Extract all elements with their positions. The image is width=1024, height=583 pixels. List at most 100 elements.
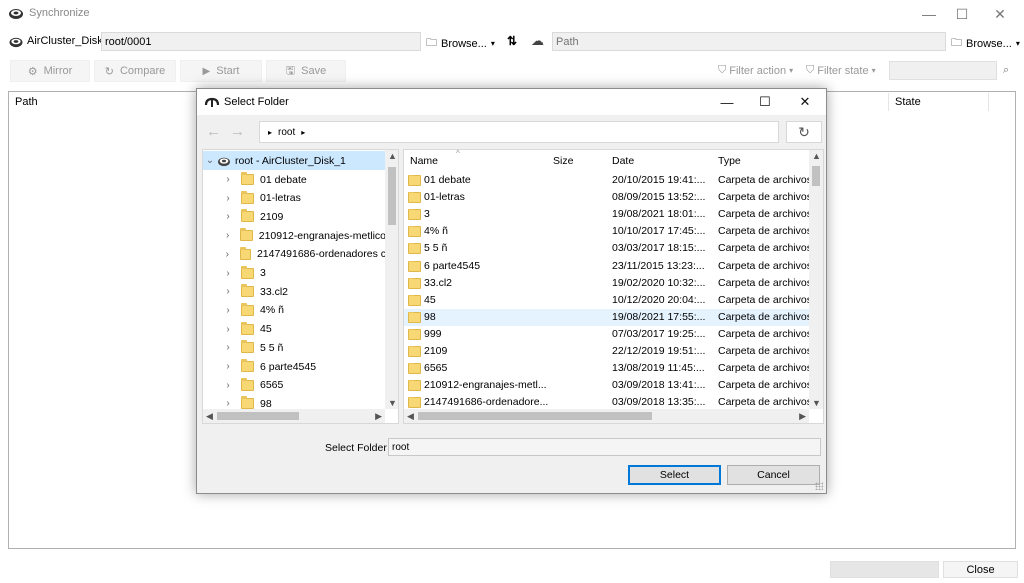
select-folder-input[interactable]	[388, 438, 821, 456]
close-window-button[interactable]: ✕	[981, 0, 1019, 28]
tree-item[interactable]: ›6565	[203, 376, 386, 395]
chevron-right-icon[interactable]: ›	[223, 174, 233, 185]
folder-icon	[408, 329, 421, 343]
forward-arrow-icon[interactable]: →	[230, 123, 245, 140]
file-name: 6565	[424, 362, 548, 374]
dialog-minimize-button[interactable]: —	[709, 89, 745, 115]
cancel-button[interactable]: Cancel	[727, 465, 820, 485]
scroll-thumb[interactable]	[418, 412, 652, 420]
file-row[interactable]: 319/08/2021 18:01:...Carpeta de archivos	[404, 206, 809, 223]
filter-action-dropdown[interactable]: ⛉ Filter action ▾	[718, 64, 793, 77]
tree-item[interactable]: ›4% ñ	[203, 301, 386, 320]
column-header-size[interactable]: Size	[549, 150, 604, 171]
scroll-up-icon[interactable]: ▲	[388, 151, 397, 161]
file-row[interactable]: 656513/08/2019 11:45:...Carpeta de archi…	[404, 360, 809, 377]
scroll-right-icon[interactable]: ▶	[799, 411, 806, 422]
destination-path-input[interactable]	[552, 32, 946, 51]
address-input[interactable]: ▸ root ▸	[259, 121, 779, 143]
tree-item[interactable]: ›2147491686-ordenadores c	[203, 245, 386, 264]
chevron-right-icon[interactable]: ›	[223, 249, 232, 260]
mirror-button[interactable]: ⚙ Mirror	[10, 60, 90, 82]
scroll-up-icon[interactable]: ▲	[812, 151, 821, 161]
scroll-right-icon[interactable]: ▶	[375, 411, 382, 422]
scroll-left-icon[interactable]: ◀	[407, 411, 414, 422]
breadcrumb-separator-icon[interactable]: ▸	[301, 128, 305, 137]
file-row[interactable]: 01-letras08/09/2015 13:52:...Carpeta de …	[404, 189, 809, 206]
folder-tree[interactable]: ⌄ root - AirCluster_Disk_1 ›01 debate›01…	[202, 149, 399, 424]
chevron-right-icon[interactable]: ›	[223, 305, 233, 316]
tree-item[interactable]: ›210912-engranajes-metlico	[203, 226, 386, 245]
files-vertical-scrollbar[interactable]: ▲ ▼	[809, 150, 823, 409]
tree-item-root[interactable]: ⌄ root - AirCluster_Disk_1	[203, 151, 386, 170]
source-path-input[interactable]	[101, 32, 421, 51]
file-row[interactable]: 4510/12/2020 20:04:...Carpeta de archivo…	[404, 292, 809, 309]
chevron-right-icon[interactable]: ›	[223, 286, 233, 297]
chevron-right-icon[interactable]: ›	[223, 211, 233, 222]
file-row[interactable]: 210912-engranajes-metl...03/09/2018 13:4…	[404, 377, 809, 394]
tree-item[interactable]: ›3	[203, 264, 386, 283]
back-arrow-icon[interactable]: ←	[206, 123, 221, 140]
column-header-state[interactable]: State	[889, 93, 989, 111]
search-icon[interactable]: ⌕	[1003, 64, 1009, 77]
tree-vertical-scrollbar[interactable]: ▲ ▼	[385, 150, 399, 409]
swap-icon[interactable]: ⇅	[507, 34, 517, 48]
scroll-down-icon[interactable]: ▼	[812, 398, 821, 408]
search-input[interactable]	[889, 61, 997, 80]
tree-item[interactable]: ›2109	[203, 207, 386, 226]
column-header-date[interactable]: Date	[608, 150, 708, 171]
dialog-maximize-button[interactable]: ☐	[747, 89, 783, 115]
maximize-button[interactable]: ☐	[943, 0, 981, 28]
file-row[interactable]: 4% ñ10/10/2017 17:45:...Carpeta de archi…	[404, 223, 809, 240]
tree-item[interactable]: ›6 parte4545	[203, 357, 386, 376]
filter-state-dropdown[interactable]: ⛉ Filter state ▾	[806, 64, 876, 77]
scroll-thumb[interactable]	[812, 166, 820, 186]
tree-item[interactable]: ›33.cl2	[203, 282, 386, 301]
select-button[interactable]: Select	[628, 465, 721, 485]
files-horizontal-scrollbar[interactable]: ◀ ▶	[404, 409, 809, 423]
folder-icon	[241, 398, 254, 409]
file-row[interactable]: 5 5 ñ03/03/2017 18:15:...Carpeta de arch…	[404, 240, 809, 257]
scroll-thumb[interactable]	[217, 412, 299, 420]
chevron-right-icon[interactable]: ›	[223, 380, 233, 391]
select-folder-label: Select Folder	[325, 442, 387, 454]
file-row[interactable]: 6 parte454523/11/2015 13:23:...Carpeta d…	[404, 258, 809, 275]
destination-browse-button[interactable]: 🗀 Browse... ▾	[951, 34, 1020, 53]
close-button[interactable]: Close	[943, 561, 1018, 578]
file-row[interactable]: 210922/12/2019 19:51:...Carpeta de archi…	[404, 343, 809, 360]
column-header-name[interactable]: Name	[404, 150, 544, 171]
tree-item[interactable]: ›5 5 ñ	[203, 338, 386, 357]
compare-button[interactable]: ↻ Compare	[94, 60, 176, 82]
chevron-right-icon[interactable]: ›	[223, 230, 232, 241]
source-browse-button[interactable]: 🗀 Browse... ▾	[426, 34, 495, 53]
tree-item[interactable]: ›01 debate	[203, 170, 386, 189]
file-row[interactable]: 33.cl219/02/2020 10:32:...Carpeta de arc…	[404, 275, 809, 292]
chevron-right-icon[interactable]: ›	[223, 342, 233, 353]
chevron-down-icon[interactable]: ⌄	[205, 155, 215, 166]
chevron-right-icon[interactable]: ›	[223, 324, 233, 335]
breadcrumb-root[interactable]: root	[278, 127, 295, 138]
scroll-down-icon[interactable]: ▼	[388, 398, 397, 408]
scroll-left-icon[interactable]: ◀	[206, 411, 213, 422]
chevron-right-icon[interactable]: ›	[223, 398, 233, 409]
scroll-thumb[interactable]	[388, 167, 396, 225]
window-title: Synchronize	[29, 7, 90, 19]
dialog-close-button[interactable]: ✕	[787, 89, 823, 115]
start-label: Start	[216, 65, 239, 77]
chevron-right-icon[interactable]: ›	[223, 193, 233, 204]
start-button[interactable]: ▶ Start	[180, 60, 262, 82]
tree-item[interactable]: ›45	[203, 320, 386, 339]
file-name: 01 debate	[424, 174, 548, 186]
file-row[interactable]: 9819/08/2021 17:55:...Carpeta de archivo…	[404, 309, 809, 326]
chevron-right-icon[interactable]: ›	[223, 268, 233, 279]
column-header-type[interactable]: Type	[714, 150, 809, 171]
tree-item-label: root - AirCluster_Disk_1	[235, 155, 346, 167]
file-list[interactable]: Name ^ Size Date Type 01 debate20/10/201…	[403, 149, 824, 424]
save-button[interactable]: 🖫 Save	[266, 60, 346, 82]
tree-horizontal-scrollbar[interactable]: ◀ ▶	[203, 409, 385, 423]
chevron-right-icon[interactable]: ›	[223, 361, 233, 372]
tree-item[interactable]: ›01-letras	[203, 189, 386, 208]
file-row[interactable]: 01 debate20/10/2015 19:41:...Carpeta de …	[404, 172, 809, 189]
file-row[interactable]: 99907/03/2017 19:25:...Carpeta de archiv…	[404, 326, 809, 343]
refresh-button[interactable]: ↻	[786, 121, 822, 143]
resize-grip-icon[interactable]	[815, 482, 823, 490]
